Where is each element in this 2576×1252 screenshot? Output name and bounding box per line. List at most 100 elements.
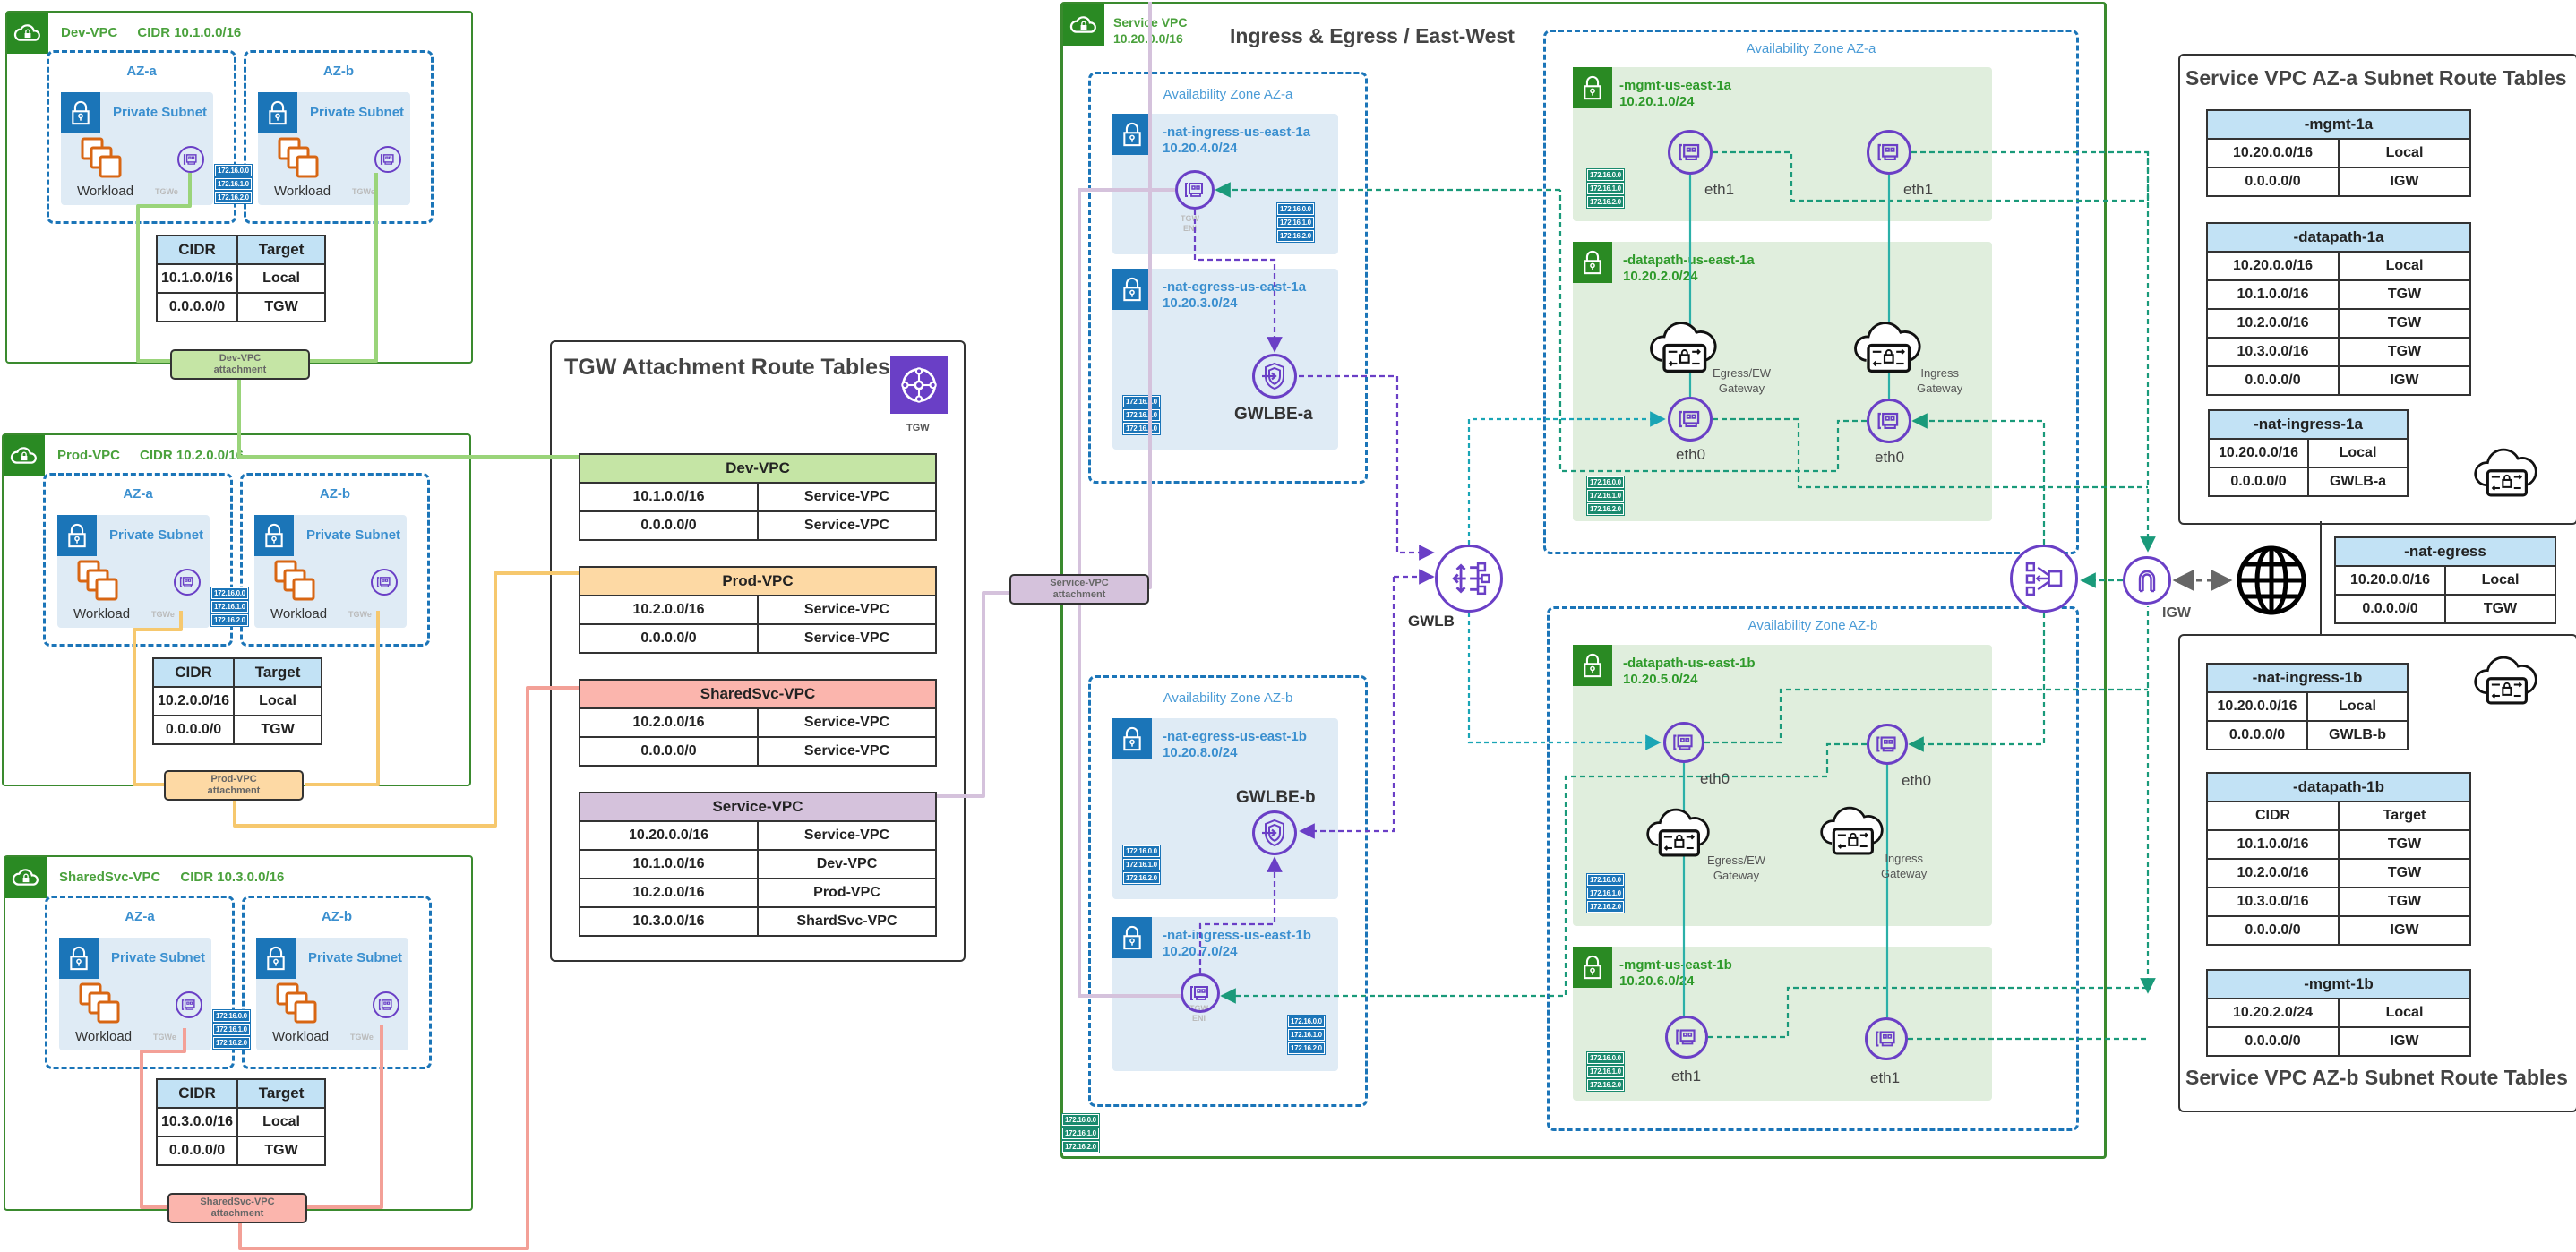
gwlb-icon[interactable] (1435, 545, 1503, 613)
route-target: Service-VPC (757, 482, 937, 512)
route-target: TGW (2338, 279, 2471, 310)
tgw-eni-icon[interactable] (176, 991, 202, 1018)
subnet-route-table: -mgmt-1a 10.20.0.0/16 Local 0.0.0.0/0 IGW (2206, 109, 2471, 197)
route-target: TGW (2444, 594, 2556, 624)
workload-icon[interactable] (274, 560, 319, 609)
route-target: Target (2338, 801, 2471, 831)
workload-icon[interactable] (278, 137, 322, 186)
workload-icon[interactable] (276, 982, 321, 1032)
attachment-line-1: Service-VPC (1050, 578, 1109, 588)
gwlb-endpoint-a-icon[interactable] (1252, 354, 1297, 399)
table-title: -datapath-1b (2206, 772, 2471, 802)
internet-gateway-icon[interactable] (2123, 556, 2171, 605)
tgw-route-table: Dev-VPC 10.1.0.0/16 Service-VPC 0.0.0.0/0 S… (579, 453, 937, 541)
route-row: 10.3.0.0/16 ShardSvc-VPC (579, 906, 937, 937)
route-target: TGW (2338, 829, 2471, 860)
route-row: 10.1.0.0/16 Dev-VPC (579, 849, 937, 879)
ip-range-tags: 172.16.0.0 172.16.1.0 172.16.2.0 (1122, 845, 1161, 885)
vpc-name: Dev-VPC (61, 25, 118, 40)
vpc-attachment[interactable]: SharedSvc-VPC attachment (167, 1193, 307, 1223)
subnet-cidr: 10.20.2.0/24 (1623, 269, 1698, 284)
eni-mgmt-1b-ingress[interactable] (1865, 1017, 1908, 1060)
tgw-eni-icon[interactable] (373, 991, 399, 1018)
subnet-route-table: -datapath-1a 10.20.0.0/16 Local 10.1.0.0/1… (2206, 222, 2471, 396)
route-row: 10.2.0.0/16 Service-VPC (579, 595, 937, 625)
workload-icon[interactable] (79, 982, 124, 1032)
route-row: 10.2.0.0/16 TGW (2206, 308, 2471, 339)
route-row: 0.0.0.0/0 TGW (151, 715, 323, 745)
ip-range-tags: 172.16.0.0 172.16.1.0 172.16.2.0 (1586, 168, 1625, 209)
eni-datapath-1a-egress[interactable] (1668, 397, 1713, 442)
eni-datapath-1b-egress[interactable] (1663, 722, 1704, 763)
route-row: 10.20.0.0/16 Local (2206, 251, 2471, 281)
route-cidr: 10.2.0.0/16 (579, 595, 759, 625)
route-cidr: 0.0.0.0/0 (2206, 365, 2340, 396)
table-title: -mgmt-1b (2206, 969, 2471, 999)
ip-range-tag: 172.16.1.0 (1586, 182, 1625, 195)
route-row: 10.2.0.0/16 Local (151, 686, 323, 716)
route-row: 10.2.0.0/16 Prod-VPC (579, 878, 937, 908)
subnet-route-table: -nat-egress 10.20.0.0/16 Local 0.0.0.0/0 TG… (2334, 536, 2556, 624)
eni-datapath-1b-ingress[interactable] (1867, 724, 1908, 765)
gwlb-endpoint-b-icon[interactable] (1252, 810, 1297, 855)
tgw-eni-1b[interactable] (1181, 973, 1220, 1013)
eni-tag: TGWe (352, 187, 375, 196)
service-vpc-attachment[interactable]: Service-VPC attachment (1009, 574, 1149, 605)
ip-range-tag: 172.16.0.0 (1287, 1015, 1326, 1028)
workload-icon[interactable] (77, 560, 122, 609)
route-row: 10.20.0.0/16 Service-VPC (579, 820, 937, 851)
subnet-name: -nat-egress-us-east-1a (1163, 279, 1307, 295)
private-subnet: Private Subnet Workload TGWe (256, 938, 408, 1050)
transit-gateway-icon[interactable] (890, 356, 948, 414)
eni-mgmt-1a-egress[interactable] (1668, 130, 1713, 175)
eni-label: eth0 (1676, 446, 1706, 463)
tgw-eni-icon[interactable] (174, 569, 201, 596)
padlock-icon (59, 938, 99, 979)
ip-range-tag: 172.16.1.0 (212, 1023, 251, 1036)
eni-label: eth1 (1704, 181, 1735, 198)
vpc-name: SharedSvc-VPC (59, 870, 161, 885)
route-cidr: 10.20.0.0/16 (579, 820, 759, 851)
vpc-attachment[interactable]: Dev-VPC attachment (170, 349, 310, 380)
col-header: CIDR (155, 1078, 239, 1109)
route-target: IGW (2338, 365, 2471, 396)
az-label: AZ-b (321, 909, 353, 924)
eni-tag: TGWe (153, 1033, 176, 1042)
eni-mgmt-1a-ingress[interactable] (1867, 130, 1911, 175)
route-cidr: 10.2.0.0/16 (579, 878, 759, 908)
ip-range-tags: 172.16.0.0 172.16.1.0 172.16.2.0 (1276, 202, 1315, 243)
tgw-route-tables-panel: TGW Attachment Route Tables TGW Dev-VPC … (550, 340, 966, 962)
gateway-label: Egress/EW Gateway (1713, 366, 1772, 395)
workload-icon[interactable] (81, 137, 125, 186)
route-cidr: 10.3.0.0/16 (2206, 887, 2340, 917)
workload-label: Workload (272, 1029, 330, 1044)
subnet-nat-ingress-1a: -nat-ingress-us-east-1a 10.20.4.0/24 TGW E… (1112, 114, 1338, 254)
route-cidr: 10.20.2.0/24 (2206, 998, 2340, 1028)
tgw-eni-icon[interactable] (374, 146, 401, 173)
ip-range-tag: 172.16.0.0 (1122, 845, 1161, 858)
route-target: TGW (236, 292, 327, 322)
route-row: 0.0.0.0/0 IGW (2206, 1026, 2471, 1057)
route-row: 0.0.0.0/0 GWLB-b (2206, 720, 2409, 750)
eni-tag: TGWe (155, 187, 178, 196)
route-target: Service-VPC (757, 623, 937, 654)
az-a-panel-title: Service VPC AZ-a Subnet Route Tables (2185, 66, 2567, 90)
vpc-attachment[interactable]: Prod-VPC attachment (164, 770, 304, 801)
network-load-balancer-icon[interactable] (2010, 545, 2078, 613)
tgw-eni-icon[interactable] (177, 146, 204, 173)
table-title: -nat-egress (2334, 536, 2556, 567)
route-target: Local (236, 1107, 327, 1137)
eni-tag: TGWe (350, 1033, 374, 1042)
vpc-cloud-icon (4, 435, 45, 476)
eni-label: eth1 (1903, 181, 1934, 198)
route-target: IGW (2338, 915, 2471, 946)
tgw-eni-icon[interactable] (371, 569, 398, 596)
table-title: Dev-VPC (579, 453, 937, 484)
tgw-eni-1a[interactable] (1175, 170, 1215, 210)
route-cidr: 0.0.0.0/0 (155, 1136, 239, 1166)
table-title: Prod-VPC (579, 566, 937, 596)
service-vpc-ip-range-tags: 172.16.0.0 172.16.1.0 172.16.2.0 (1061, 1113, 1100, 1153)
eni-datapath-1a-ingress[interactable] (1867, 399, 1911, 443)
eni-mgmt-1b-egress[interactable] (1665, 1016, 1708, 1059)
az-label: Availability Zone AZ-b (1163, 690, 1293, 706)
